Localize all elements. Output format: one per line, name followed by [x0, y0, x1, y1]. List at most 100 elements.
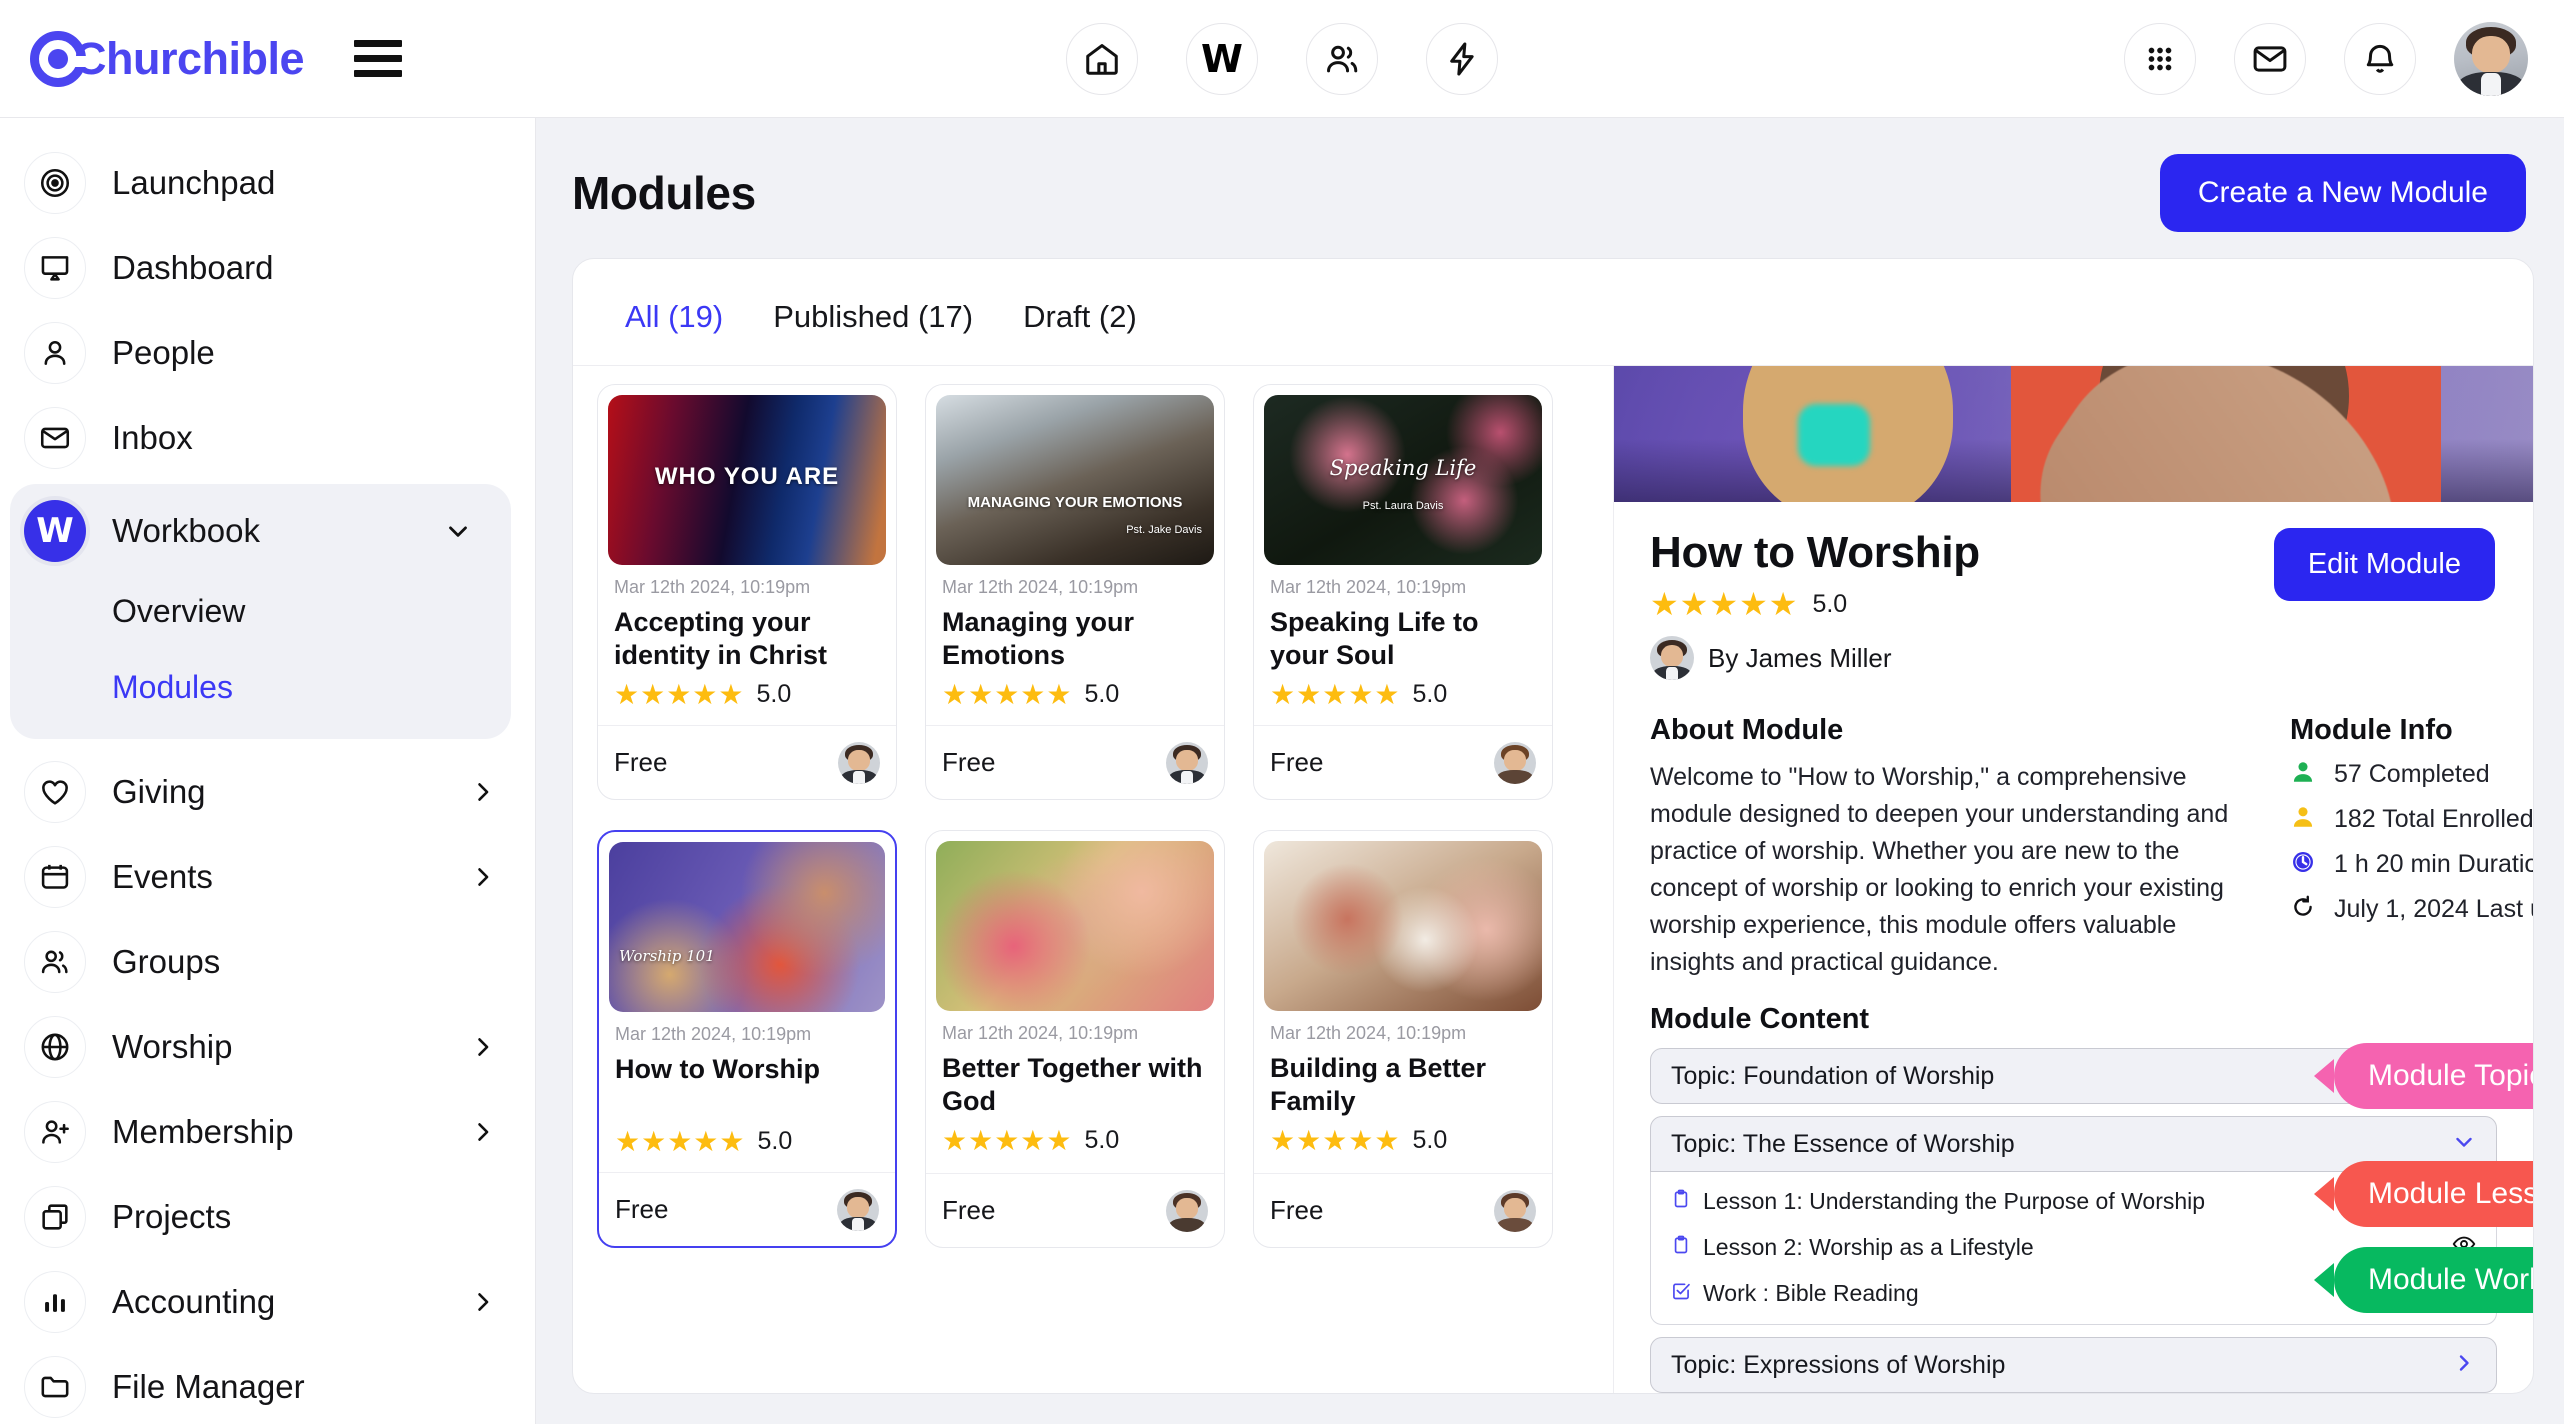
create-new-module-button[interactable]: Create a New Module	[2159, 154, 2526, 232]
grid-apps-icon[interactable]	[2124, 22, 2196, 95]
module-info-text: July 1, 2024 Last updated	[2334, 895, 2533, 923]
tab-all[interactable]: All (19)	[625, 299, 723, 335]
sidebar-item-dashboard[interactable]: Dashboard	[0, 225, 535, 310]
module-thumbnail: Speaking Life Pst. Laura Davis	[1264, 395, 1542, 565]
avatar	[1650, 636, 1694, 680]
module-info-heading: Module Info	[2290, 714, 2453, 746]
module-info-row: 57 Completed	[2290, 759, 2533, 790]
sidebar-subitem-overview[interactable]: Overview	[10, 573, 511, 649]
sidebar-item-worship[interactable]: Worship	[0, 1004, 535, 1089]
module-card[interactable]: MANAGING YOUR EMOTIONS Pst. Jake Davis M…	[925, 384, 1225, 800]
tab-draft[interactable]: Draft (2)	[1023, 299, 1137, 335]
sidebar-item-label: Workbook	[112, 511, 260, 549]
module-rating: ★★★★★ 5.0	[598, 672, 896, 725]
module-price: Free	[1270, 1195, 1324, 1225]
module-info-text: 182 Total Enrolled	[2334, 805, 2534, 833]
module-detail-header: How to Worship ★★★★★ 5.0 Edit Module	[1614, 502, 2533, 620]
edit-module-button[interactable]: Edit Module	[2273, 528, 2495, 601]
module-price: Free	[1270, 747, 1324, 777]
chevron-right-icon[interactable]	[469, 1118, 497, 1146]
brand-name: Churchible	[74, 32, 305, 84]
sidebar-item-inbox[interactable]: Inbox	[0, 395, 535, 480]
clipboard-icon	[1671, 1188, 1691, 1215]
top-bar: Churchible W	[0, 0, 2564, 118]
about-module-section: About Module Welcome to "How to Worship,…	[1650, 714, 2250, 981]
module-card[interactable]: Mar 12th 2024, 10:19pm Building a Better…	[1253, 830, 1553, 1248]
module-card[interactable]: WHO YOU ARE Mar 12th 2024, 10:19pm Accep…	[597, 384, 897, 800]
module-price: Free	[942, 747, 996, 777]
callout-label: Module Topics	[2334, 1043, 2533, 1109]
module-thumbnail: Worship 101	[609, 842, 885, 1012]
sidebar-item-file-manager[interactable]: File Manager	[0, 1344, 535, 1424]
sidebar-item-giving[interactable]: Giving	[0, 749, 535, 834]
workbook-w-icon[interactable]: W	[1186, 22, 1258, 95]
globe-icon	[24, 1015, 86, 1078]
module-info-text: 57 Completed	[2334, 760, 2490, 788]
sidebar-item-accounting[interactable]: Accounting	[0, 1259, 535, 1344]
module-author-avatar	[1166, 1189, 1208, 1232]
home-icon[interactable]	[1066, 22, 1138, 95]
workbook-w-glyph: W	[1201, 36, 1243, 81]
star-rating-icon: ★★★★★	[615, 1125, 746, 1157]
people-icon	[24, 930, 86, 993]
module-author-avatar	[837, 1188, 879, 1231]
sidebar-item-label: Membership	[112, 1112, 294, 1150]
sidebar-item-label: Dashboard	[112, 248, 274, 286]
sidebar-item-people[interactable]: People	[0, 310, 535, 395]
sidebar-item-membership[interactable]: Membership	[0, 1089, 535, 1174]
topic-row-expressions[interactable]: Topic: Expressions of Worship	[1650, 1337, 2497, 1393]
module-rating: ★★★★★ 5.0	[926, 1118, 1224, 1171]
sidebar-item-label: People	[112, 333, 215, 371]
module-card[interactable]: Worship 101 Mar 12th 2024, 10:19pm How t…	[597, 830, 897, 1248]
chevron-right-icon[interactable]	[469, 863, 497, 891]
callout-module-work: Module Work	[2314, 1247, 2533, 1313]
sidebar-item-events[interactable]: Events	[0, 834, 535, 919]
lightning-bolt-icon[interactable]	[1426, 22, 1498, 95]
thumbnail-title: WHO YOU ARE	[654, 463, 840, 490]
sidebar-item-projects[interactable]: Projects	[0, 1174, 535, 1259]
sidebar-item-label: Groups	[112, 942, 221, 980]
module-info-row: July 1, 2024 Last updated	[2290, 894, 2533, 925]
avatar[interactable]	[2454, 21, 2528, 96]
rating-value: 5.0	[757, 1127, 793, 1155]
thumbnail-title: Speaking Life	[1329, 456, 1477, 481]
chevron-right-icon[interactable]	[469, 1288, 497, 1316]
topic-label: Topic: The Essence of Worship	[1671, 1129, 2015, 1158]
tab-published[interactable]: Published (17)	[773, 299, 973, 335]
sidebar-item-launchpad[interactable]: Launchpad	[0, 140, 535, 225]
brand[interactable]: Churchible	[0, 30, 305, 87]
module-rating: ★★★★★ 5.0	[599, 1119, 895, 1172]
chevron-right-icon[interactable]	[469, 778, 497, 806]
module-author-avatar	[838, 741, 880, 784]
thumbnail-title: Worship 101	[619, 947, 715, 966]
chevron-right-icon[interactable]	[469, 1033, 497, 1061]
star-rating-icon: ★★★★★	[1270, 1124, 1401, 1156]
calendar-icon	[24, 845, 86, 908]
thumbnail-subtitle: Pst. Laura Davis	[1362, 500, 1444, 513]
sidebar-group-workbook: W Workbook Overview Modules	[10, 484, 511, 739]
callout-label: Module Lessons	[2334, 1161, 2533, 1227]
module-price: Free	[615, 1194, 669, 1224]
module-author: By James Miller	[1614, 620, 2533, 680]
hamburger-icon[interactable]	[354, 40, 403, 77]
main-content: Modules Create a New Module All (19) Pub…	[536, 118, 2564, 1424]
sidebar-item-workbook[interactable]: W Workbook	[10, 488, 511, 573]
module-card[interactable]: Speaking Life Pst. Laura Davis Mar 12th …	[1253, 384, 1553, 800]
people-icon[interactable]	[1306, 22, 1378, 95]
module-title: Building a Better Family	[1270, 1053, 1487, 1116]
bell-icon[interactable]	[2344, 22, 2416, 95]
chevron-down-icon[interactable]	[443, 516, 473, 546]
module-author-avatar	[1494, 741, 1536, 784]
module-date: Mar 12th 2024, 10:19pm	[1270, 1023, 1467, 1043]
topic-label: Topic: Foundation of Worship	[1671, 1061, 1995, 1090]
thumbnail-title: MANAGING YOUR EMOTIONS	[967, 493, 1183, 511]
sidebar-item-groups[interactable]: Groups	[0, 919, 535, 1004]
sidebar-subitem-modules[interactable]: Modules	[10, 649, 511, 725]
mail-icon[interactable]	[2234, 22, 2306, 95]
module-card-footer: Free	[1254, 725, 1552, 799]
bar-chart-icon	[24, 1270, 86, 1333]
module-card[interactable]: Mar 12th 2024, 10:19pm Better Together w…	[925, 830, 1225, 1248]
rating-value: 5.0	[1412, 680, 1448, 708]
chevron-right-icon[interactable]	[2452, 1351, 2476, 1380]
about-module-text: Welcome to "How to Worship," a comprehen…	[1650, 763, 2229, 976]
